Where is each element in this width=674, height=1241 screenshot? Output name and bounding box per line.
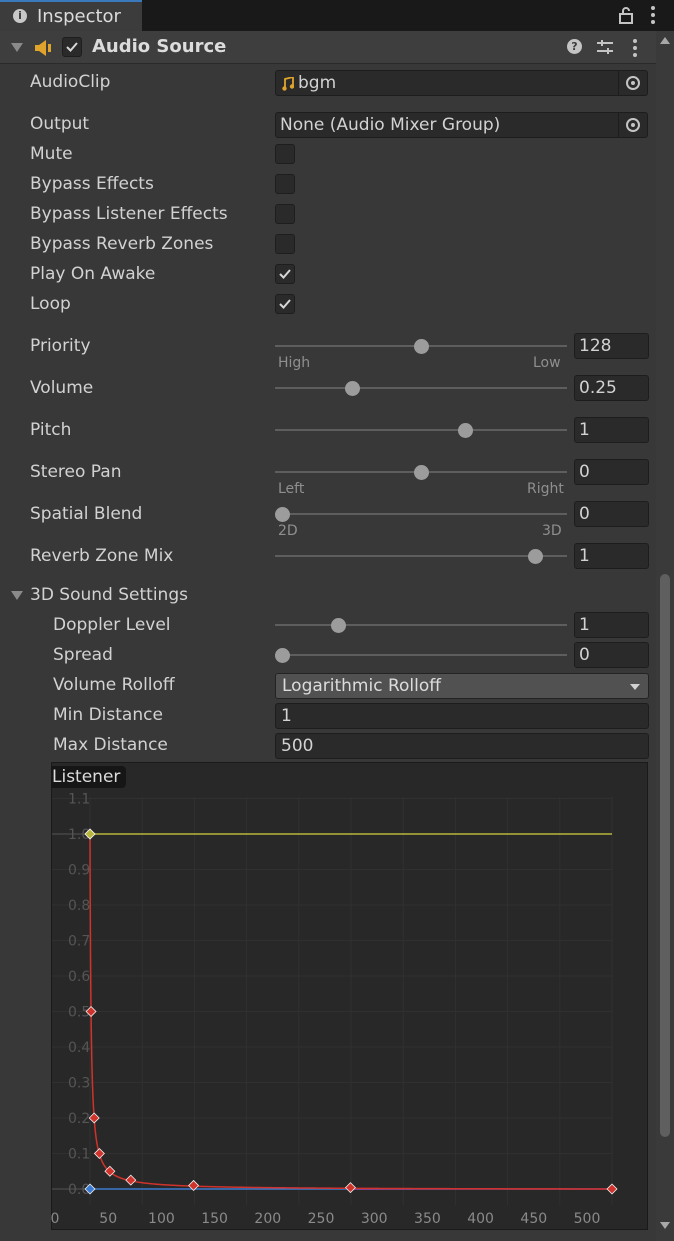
- y-tick-label: 0.4: [68, 1040, 90, 1056]
- x-tick-label: 500: [574, 1211, 601, 1227]
- rolloff-curve-graph[interactable]: 0.00.10.20.30.40.50.60.70.80.91.01.10 50 1…: [0, 0, 674, 1241]
- listener-label: Listener: [51, 766, 127, 788]
- y-tick-label: 0.1: [68, 1147, 90, 1163]
- x-tick-label: 250: [308, 1211, 335, 1227]
- curve-keyframe: [606, 1183, 618, 1195]
- y-tick-label: 0.3: [68, 1076, 90, 1092]
- x-tick-label: 50: [99, 1211, 117, 1227]
- scroll-up-icon[interactable]: [660, 37, 670, 44]
- y-tick-label: 0.2: [68, 1111, 90, 1127]
- curve-keyframe: [88, 1112, 100, 1124]
- x-tick-label: 350: [414, 1211, 441, 1227]
- y-tick-label: 0.6: [68, 969, 90, 985]
- x-tick-label: 200: [254, 1211, 281, 1227]
- y-tick-label: 0.9: [68, 863, 90, 879]
- scrollbar-thumb[interactable]: [660, 574, 670, 1137]
- x-tick-label: 400: [467, 1211, 494, 1227]
- y-tick-label: 0.7: [68, 934, 90, 950]
- y-tick-label: 1.1: [68, 792, 90, 808]
- x-tick-label: 0: [51, 1211, 60, 1227]
- x-tick-label: 450: [520, 1211, 547, 1227]
- x-tick-label: 100: [148, 1211, 175, 1227]
- curve-keyframe: [344, 1182, 356, 1194]
- x-tick-label: 300: [361, 1211, 388, 1227]
- scroll-down-icon[interactable]: [660, 1222, 670, 1229]
- x-tick-label: 150: [201, 1211, 228, 1227]
- curve-keyframe: [125, 1174, 137, 1186]
- curve-keyframe: [93, 1147, 105, 1160]
- y-tick-label: 0.8: [68, 898, 90, 914]
